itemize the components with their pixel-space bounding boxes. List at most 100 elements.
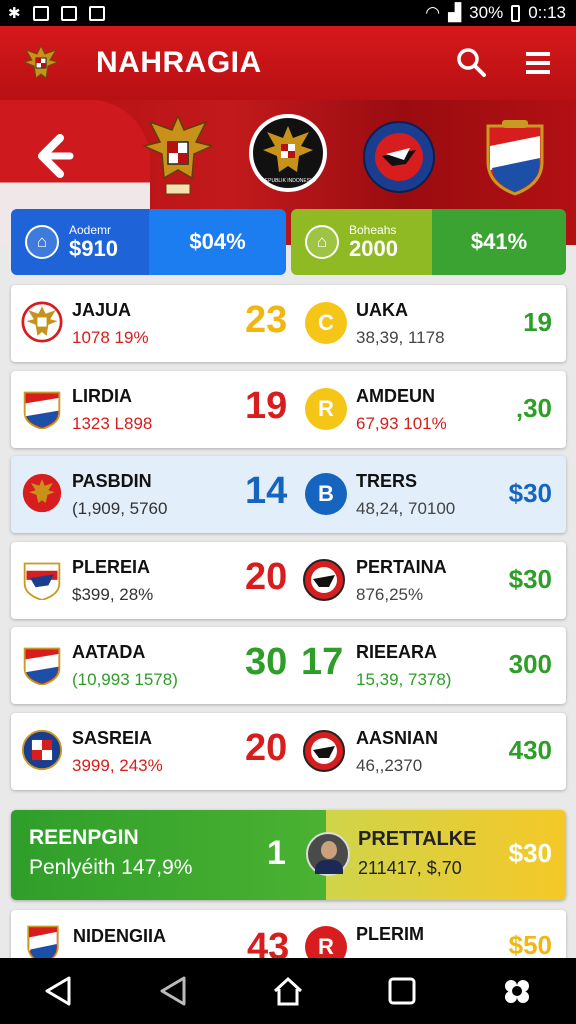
stat-label: Aodemr <box>69 223 112 237</box>
opponent-score: 17 <box>301 641 344 683</box>
search-icon[interactable] <box>455 46 487 78</box>
battery-percent: 30% <box>469 3 504 22</box>
row-value: 430 <box>508 735 552 765</box>
row-value: 300 <box>508 649 552 679</box>
stat-card-1[interactable]: ⌂ Aodemr $910 $04% <box>11 209 286 275</box>
stat-value: $910 <box>69 236 118 261</box>
team-crest-icon <box>23 562 61 600</box>
team-score: 20 <box>245 556 288 598</box>
player-avatar <box>306 832 350 876</box>
row-value: ‚30 <box>515 393 552 423</box>
row-value: $50 <box>508 930 552 960</box>
feature-value: $30 <box>508 838 552 868</box>
opponent-name: RIEEARA <box>356 642 438 662</box>
feature-sub2: 211417, $,70 <box>358 858 462 878</box>
nav-recent-icon[interactable] <box>386 975 418 1007</box>
nav-back-outline-icon[interactable] <box>156 974 190 1008</box>
opponent-stat: 38,39, 1178 <box>356 328 445 347</box>
opponent-name: UAKA <box>356 300 408 320</box>
team-crest-icon <box>22 473 62 513</box>
team-crest-icon <box>23 391 61 429</box>
app-bar: NAHRAGIA <box>0 26 576 100</box>
club-crest-blue <box>363 121 435 193</box>
clock: 0::13 <box>528 3 566 22</box>
team-crest-icon <box>21 729 63 771</box>
team-name: SASREIA <box>72 728 153 748</box>
team-stat: 1323 L898 <box>72 414 153 433</box>
bank-icon: ⌂ <box>25 225 59 259</box>
team-stat: $399, 28% <box>72 585 154 604</box>
opponent-name: TRERS <box>356 471 418 491</box>
club-crest-shield <box>486 120 544 196</box>
featured-match-card[interactable]: REENPGIN Penlyéith 147,9% 1 PRETTALKE 21… <box>11 810 566 900</box>
nav-assistant-icon[interactable] <box>499 974 535 1008</box>
opponent-name: AMDEUN <box>356 386 435 406</box>
opponent-stat: 46,,2370 <box>356 756 423 775</box>
opponent-stat: 48,24, 70100 <box>356 499 456 518</box>
opponent-name: AASNIAN <box>356 728 439 748</box>
app-title: NAHRAGIA <box>96 46 262 79</box>
feature-score: 1 <box>267 834 286 872</box>
team-name: PASBDIN <box>72 471 152 491</box>
stat-card-2[interactable]: ⌂ Boheahs 2000 $41% <box>291 209 566 275</box>
crest-badge-text: REPUBLIK INDONESIA <box>261 178 315 184</box>
team-score: 14 <box>245 470 288 512</box>
app-notification-icon: ✱ <box>8 5 21 22</box>
team-score: 19 <box>245 385 288 427</box>
team-crest-icon <box>23 647 61 685</box>
team-badge: B <box>305 473 347 515</box>
opponent-crest-icon <box>303 559 345 601</box>
gallery-notification-icon <box>60 5 77 21</box>
opponent-name: PLERIM <box>356 924 425 944</box>
opponent-stat: 67,93 101% <box>356 414 447 433</box>
team-stat: (10,993 1578) <box>72 670 178 689</box>
signal-icon: ▟ <box>448 3 462 22</box>
stat-label: Boheahs <box>349 223 397 237</box>
row-value: $30 <box>508 564 552 594</box>
match-row[interactable]: LIRDIA 1323 L898 19 R AMDEUN 67,93 101% … <box>11 371 566 448</box>
team-name: NIDENGIIA <box>73 926 167 946</box>
team-score: 23 <box>245 299 288 341</box>
feature-sub: Penlyéith 147,9% <box>29 856 193 879</box>
opponent-stat: 876,25% <box>356 585 424 604</box>
stat-right-value: $41% <box>432 209 566 275</box>
bank-icon: ⌂ <box>305 225 339 259</box>
back-arrow-icon[interactable] <box>30 130 80 180</box>
match-row[interactable]: AATADA (10,993 1578) 30 17 RIEEARA 15,39… <box>11 627 566 704</box>
team-score: 30 <box>245 641 288 683</box>
stat-right-value: $04% <box>149 209 286 275</box>
team-badge: R <box>305 388 347 430</box>
nav-bar <box>0 958 576 1024</box>
garuda-crest-large <box>141 114 215 195</box>
row-value: 19 <box>523 307 552 337</box>
team-name: PLEREIA <box>72 557 151 577</box>
team-stat: 1078 19% <box>72 328 149 347</box>
opponent-crest-icon <box>303 730 345 772</box>
match-row[interactable]: SASREIA 3999, 243% 20 AASNIAN 46,,2370 4… <box>11 713 566 790</box>
team-stat: 3999, 243% <box>72 756 163 775</box>
match-row[interactable]: PLEREIA $399, 28% 20 PERTAINA 876,25% $3… <box>11 542 566 619</box>
status-bar: ✱ ◠ ▟ 30% 0::13 <box>0 0 576 26</box>
sd-card-notification-icon <box>88 5 105 21</box>
battery-icon <box>511 4 521 22</box>
match-row[interactable]: JAJUA 1078 19% 23 C UAKA 38,39, 1178 19 <box>11 285 566 362</box>
image-notification-icon <box>32 5 49 21</box>
opponent-name: PERTAINA <box>356 557 447 577</box>
opponent-stat: 15,39, 7378) <box>356 670 452 689</box>
team-badge: C <box>305 302 347 344</box>
nav-home-icon[interactable] <box>271 974 305 1008</box>
team-name: AATADA <box>72 642 146 662</box>
team-crest-icon <box>21 301 63 343</box>
team-score: 20 <box>245 727 288 769</box>
team-name: LIRDIA <box>72 386 132 406</box>
wifi-icon: ◠ <box>425 3 441 22</box>
team-stat: (1,909, 5760 <box>72 499 168 518</box>
team-name: JAJUA <box>72 300 132 320</box>
row-value: $30 <box>508 478 552 508</box>
match-row[interactable]: PASBDIN (1,909, 5760 14 B TRERS 48,24, 7… <box>11 456 566 533</box>
hamburger-menu-icon[interactable] <box>524 50 552 76</box>
nav-back-icon[interactable] <box>41 974 75 1008</box>
feature-name2: PRETTALKE <box>358 828 477 850</box>
garuda-crest-icon <box>22 44 60 79</box>
garuda-round-badge: REPUBLIK INDONESIA <box>249 114 327 192</box>
